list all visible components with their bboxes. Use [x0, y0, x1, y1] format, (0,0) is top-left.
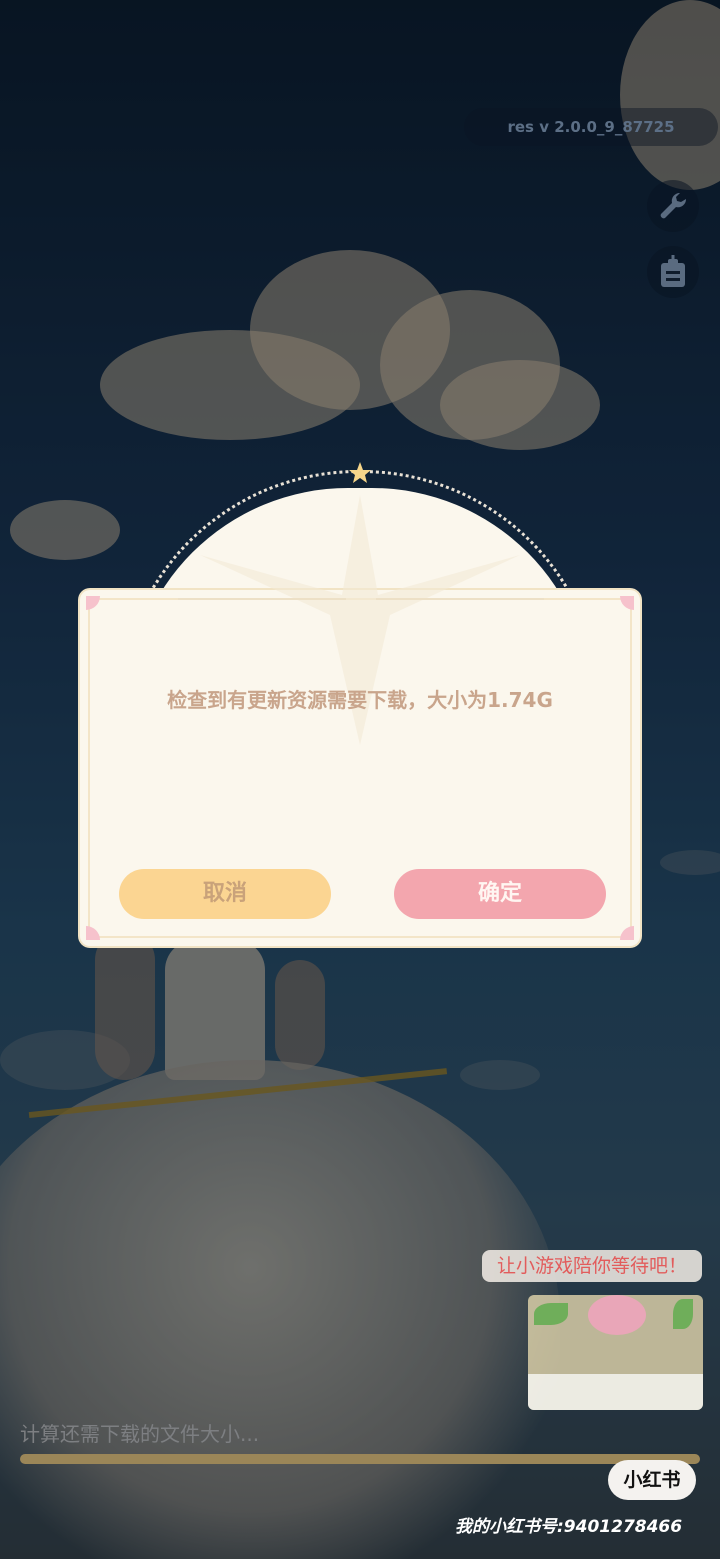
divider-left — [178, 598, 346, 600]
confirm-button[interactable]: 确定 — [394, 869, 606, 919]
leaf-decoration — [673, 1299, 693, 1329]
cancel-button[interactable]: 取消 — [119, 869, 331, 919]
wrench-icon — [660, 192, 687, 219]
toy-decoration — [588, 1295, 646, 1335]
box-base — [528, 1374, 703, 1410]
leaf-decoration — [534, 1303, 568, 1325]
watermark-text: 我的小红书号:9401278466 — [455, 1517, 683, 1537]
clipboard-icon — [661, 255, 685, 287]
progress-fill — [20, 1454, 700, 1464]
mini-game-prompt[interactable]: 让小游戏陪你等待吧！ — [482, 1250, 702, 1282]
notice-button[interactable] — [647, 246, 699, 298]
divider-right — [376, 598, 544, 600]
update-message: 检查到有更新资源需要下载，大小为1.74G — [167, 688, 553, 712]
tools-button[interactable] — [647, 180, 699, 232]
loading-status: 计算还需下载的文件大小... — [20, 1422, 260, 1446]
mini-game-entry[interactable] — [528, 1295, 703, 1410]
progress-bar — [20, 1454, 700, 1464]
star-icon — [349, 462, 371, 483]
brand-logo: 小红书 — [608, 1460, 696, 1500]
version-label: res v 2.0.0_9_87725 — [464, 108, 718, 146]
